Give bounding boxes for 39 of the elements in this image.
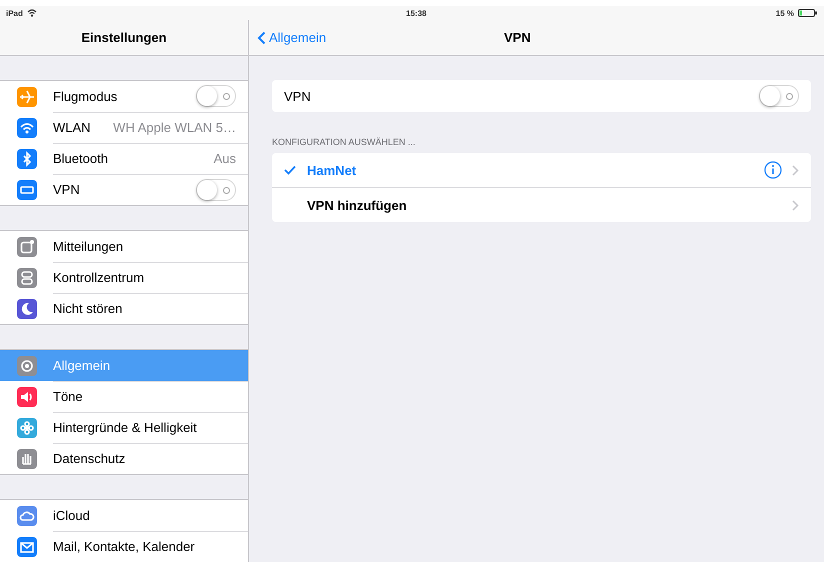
item-value: Aus — [212, 150, 236, 166]
sidebar-item[interactable]: Datenschutz — [0, 443, 248, 474]
item-label: Töne — [53, 388, 83, 404]
sidebar-item[interactable]: Mitteilungen — [0, 231, 248, 262]
item-label: Bluetooth — [53, 150, 108, 166]
battery-percent: 15 % — [776, 8, 794, 18]
configuration-name: HamNet — [307, 162, 356, 178]
configuration-row[interactable]: HamNet — [272, 153, 811, 187]
item-label: Kontrollzentrum — [53, 270, 144, 284]
item-label: Flugmodus — [53, 88, 118, 104]
sidebar-item[interactable]: Nicht stören — [0, 293, 248, 324]
back-button[interactable]: Allgemein — [257, 30, 326, 45]
item-label: iCloud — [53, 508, 90, 522]
sidebar-item[interactable]: Kontrollzentrum — [0, 262, 248, 293]
sidebar-item[interactable]: Flugmodus — [0, 81, 248, 112]
sidebar-item[interactable]: Mail, Kontakte, Kalender — [0, 531, 248, 562]
sidebar-item[interactable]: Bluetooth Aus — [0, 143, 248, 174]
sidebar-item[interactable]: WLAN WH Apple WLAN 5… — [0, 112, 248, 143]
clock: 15:38 — [406, 8, 428, 18]
sidebar-item[interactable]: VPN — [0, 174, 248, 205]
item-label: Datenschutz — [53, 451, 126, 466]
item-label: Allgemein — [53, 358, 110, 372]
item-value: WH Apple WLAN 5… — [112, 120, 236, 134]
section-header: KONFIGURATION AUSWÄHLEN ... — [272, 137, 416, 147]
sidebar-item[interactable]: Töne — [0, 381, 248, 412]
item-label: Mitteilungen — [53, 238, 124, 254]
item-label: WLAN — [53, 120, 91, 134]
item-label: Mail, Kontakte, Kalender — [53, 539, 195, 554]
page-title: VPN — [504, 30, 531, 45]
item-label: Nicht stören — [53, 301, 122, 316]
configuration-row[interactable]: VPN hinzufügen — [272, 187, 811, 222]
sidebar-title: Einstellungen — [81, 30, 167, 45]
setting-label: VPN — [284, 88, 311, 104]
device-name: iPad — [6, 8, 23, 18]
configuration-name: VPN hinzufügen — [307, 198, 407, 212]
item-label: Hintergründe & Helligkeit — [53, 420, 197, 434]
sidebar-item[interactable]: iCloud — [0, 500, 248, 531]
item-label: VPN — [53, 182, 80, 197]
sidebar-item[interactable]: Hintergründe & Helligkeit — [0, 412, 248, 443]
